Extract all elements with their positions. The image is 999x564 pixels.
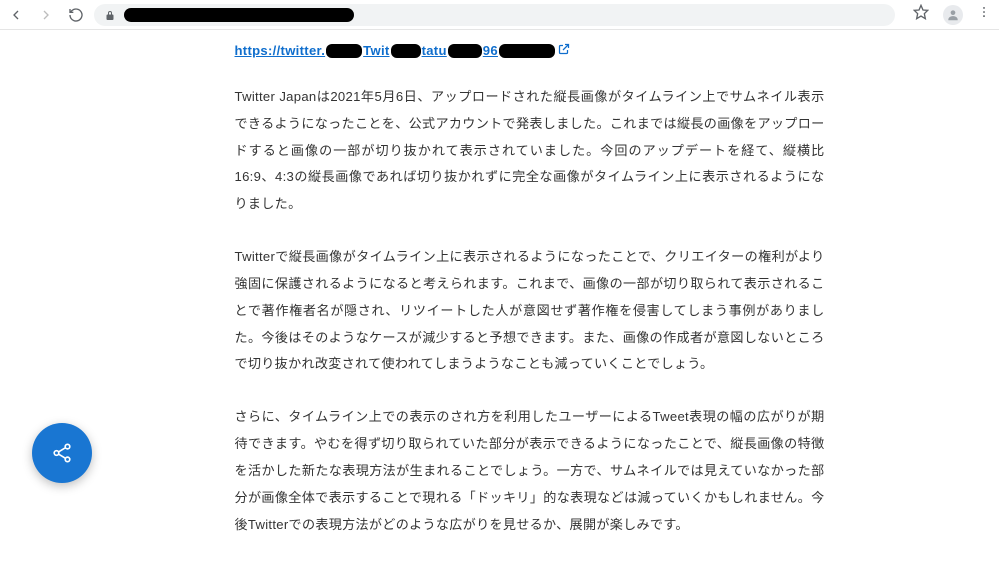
menu-dots-icon[interactable] bbox=[977, 5, 991, 24]
link-text-mid1: Twit bbox=[363, 38, 389, 65]
link-redacted-2 bbox=[391, 44, 421, 58]
reload-icon[interactable] bbox=[68, 7, 84, 23]
profile-avatar[interactable] bbox=[943, 5, 963, 25]
external-link-icon bbox=[558, 38, 570, 65]
paragraph-2: Twitterで縦長画像がタイムライン上に表示されるようになったことで、クリエイ… bbox=[235, 244, 825, 378]
tweet-link[interactable]: https://twitter. Twit tatu 96 bbox=[235, 40, 825, 62]
address-bar[interactable] bbox=[94, 4, 895, 26]
url-redacted bbox=[124, 8, 354, 22]
toolbar-right bbox=[913, 4, 991, 25]
link-text-prefix: https://twitter. bbox=[235, 38, 326, 65]
article-body: https://twitter. Twit tatu 96 Twitter Ja… bbox=[235, 40, 825, 564]
lock-icon bbox=[104, 9, 116, 21]
nav-buttons bbox=[8, 7, 84, 23]
page-content: https://twitter. Twit tatu 96 Twitter Ja… bbox=[0, 30, 999, 564]
link-redacted-1 bbox=[326, 44, 362, 58]
bookmark-star-icon[interactable] bbox=[913, 4, 929, 25]
back-icon[interactable] bbox=[8, 7, 24, 23]
share-fab-button[interactable] bbox=[32, 423, 92, 483]
paragraph-1: Twitter Japanは2021年5月6日、アップロードされた縦長画像がタイ… bbox=[235, 84, 825, 218]
link-text-mid3: 96 bbox=[483, 38, 498, 65]
link-text-mid2: tatu bbox=[422, 38, 447, 65]
paragraph-3: さらに、タイムライン上での表示のされ方を利用したユーザーによるTweet表現の幅… bbox=[235, 404, 825, 538]
link-redacted-3 bbox=[448, 44, 482, 58]
link-redacted-4 bbox=[499, 44, 555, 58]
forward-icon[interactable] bbox=[38, 7, 54, 23]
browser-toolbar bbox=[0, 0, 999, 30]
